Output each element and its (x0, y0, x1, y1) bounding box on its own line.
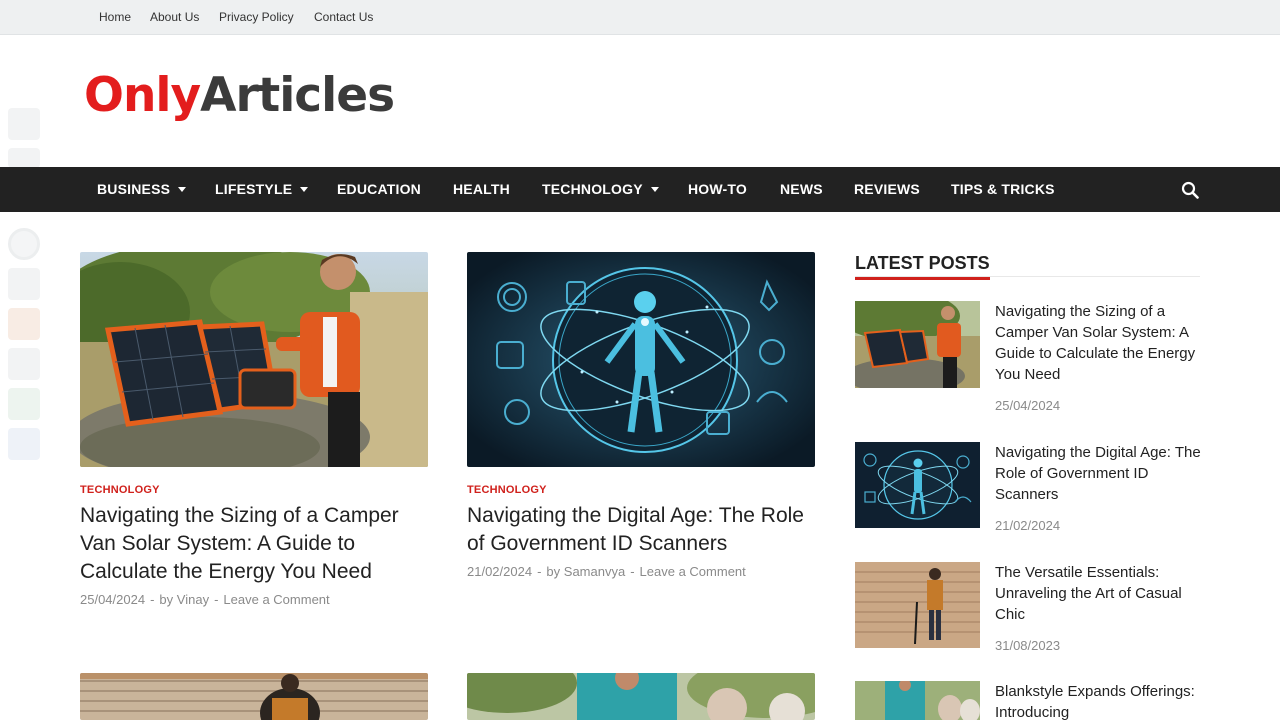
post-category[interactable]: TECHNOLOGY (80, 484, 160, 496)
post-by: by (546, 564, 561, 579)
latest-post-thumbnail[interactable] (855, 562, 980, 648)
facebook-icon[interactable] (8, 108, 40, 140)
chevron-down-icon (300, 187, 309, 192)
nav-technology-label: TECHNOLOGY (542, 181, 643, 197)
sidebar-title: LATEST POSTS (855, 253, 990, 280)
latest-post-title[interactable]: Navigating the Digital Age: The Role of … (995, 442, 1205, 505)
nav-business-label: BUSINESS (97, 181, 171, 197)
nav-news-label: NEWS (780, 181, 823, 197)
chevron-down-icon (650, 187, 659, 192)
nav-tips-tricks-label: TIPS & TRICKS (951, 181, 1055, 197)
share-icon[interactable] (8, 428, 40, 460)
pinterest-icon[interactable] (8, 228, 40, 260)
top-bar: Home About Us Privacy Policy Contact Us (0, 0, 1280, 35)
topnav-contact-us[interactable]: Contact Us (314, 10, 373, 24)
logo-part-2: Articles (200, 68, 395, 123)
latest-post-date: 21/02/2024 (995, 518, 1061, 533)
post-date[interactable]: 21/02/2024 (467, 564, 532, 579)
post-author[interactable]: Vinay (177, 592, 209, 607)
latest-post-thumbnail[interactable] (855, 681, 980, 720)
latest-post-title[interactable]: The Versatile Essentials: Unraveling the… (995, 562, 1205, 625)
post-date[interactable]: 25/04/2024 (80, 592, 145, 607)
nav-tips-tricks[interactable]: TIPS & TRICKS (951, 167, 1055, 212)
latest-post-title[interactable]: Navigating the Sizing of a Camper Van So… (995, 301, 1205, 385)
latest-post-thumbnail[interactable] (855, 301, 980, 388)
whatsapp-icon[interactable] (8, 388, 40, 420)
nav-reviews[interactable]: REVIEWS (854, 167, 920, 212)
nav-lifestyle-label: LIFESTYLE (215, 181, 293, 197)
topnav-privacy-policy[interactable]: Privacy Policy (219, 10, 294, 24)
latest-post-date: 25/04/2024 (995, 398, 1061, 413)
post-title[interactable]: Navigating the Digital Age: The Role of … (467, 502, 812, 558)
latest-post-date: 31/08/2023 (995, 638, 1061, 653)
post-meta: 25/04/2024- by Vinay - Leave a Comment (80, 592, 330, 607)
nav-how-to[interactable]: HOW-TO (688, 167, 747, 212)
topnav-about-us[interactable]: About Us (150, 10, 199, 24)
nav-news[interactable]: NEWS (780, 167, 823, 212)
post-comment-link[interactable]: Leave a Comment (223, 592, 329, 607)
latest-post-title[interactable]: Blankstyle Expands Offerings: Introducin… (995, 681, 1205, 723)
post-image-digital-id[interactable] (467, 252, 815, 467)
chevron-down-icon (178, 187, 187, 192)
nav-lifestyle[interactable]: LIFESTYLE (215, 167, 309, 212)
linkedin-icon[interactable] (8, 348, 40, 380)
post-image-blankstyle[interactable] (467, 673, 815, 720)
post-image-casual-chic[interactable] (80, 673, 428, 720)
nav-technology[interactable]: TECHNOLOGY (542, 167, 659, 212)
post-by: by (159, 592, 174, 607)
post-title[interactable]: Navigating the Sizing of a Camper Van So… (80, 502, 425, 586)
nav-education[interactable]: EDUCATION (337, 167, 421, 212)
nav-health-label: HEALTH (453, 181, 510, 197)
logo-part-1: Only (84, 68, 201, 123)
nav-health[interactable]: HEALTH (453, 167, 510, 212)
topnav-home[interactable]: Home (99, 10, 131, 24)
reddit-icon[interactable] (8, 308, 40, 340)
nav-reviews-label: REVIEWS (854, 181, 920, 197)
post-comment-link[interactable]: Leave a Comment (640, 564, 746, 579)
nav-business[interactable]: BUSINESS (97, 167, 187, 212)
twitter-icon[interactable] (8, 148, 40, 168)
latest-post-thumbnail[interactable] (855, 442, 980, 528)
tumblr-icon[interactable] (8, 268, 40, 300)
nav-how-to-label: HOW-TO (688, 181, 747, 197)
site-logo[interactable]: OnlyArticles (84, 68, 395, 124)
post-meta: 21/02/2024- by Samanvya - Leave a Comment (467, 564, 746, 579)
search-icon[interactable] (1181, 181, 1199, 199)
post-category[interactable]: TECHNOLOGY (467, 484, 547, 496)
post-image-solar[interactable] (80, 252, 428, 467)
post-author[interactable]: Samanvya (564, 564, 625, 579)
nav-education-label: EDUCATION (337, 181, 421, 197)
main-navigation: BUSINESS LIFESTYLE EDUCATION HEALTH TECH… (0, 167, 1280, 212)
